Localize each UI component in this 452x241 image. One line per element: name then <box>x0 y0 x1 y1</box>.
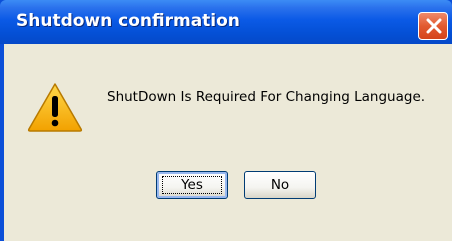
no-button[interactable]: No <box>244 171 316 199</box>
close-button[interactable] <box>418 12 448 40</box>
yes-button[interactable]: Yes <box>156 171 228 199</box>
dialog-message: ShutDown Is Required For Changing Langua… <box>107 89 426 105</box>
close-icon <box>426 18 442 34</box>
no-button-label: No <box>270 177 290 193</box>
dialog-body: ShutDown Is Required For Changing Langua… <box>4 44 452 241</box>
window-title: Shutdown confirmation <box>16 11 240 31</box>
yes-button-label: Yes <box>181 177 203 193</box>
dialog-window: Shutdown confirmation ShutDown Is Requir… <box>0 0 452 241</box>
warning-icon <box>27 83 83 132</box>
title-bar[interactable]: Shutdown confirmation <box>0 0 452 44</box>
